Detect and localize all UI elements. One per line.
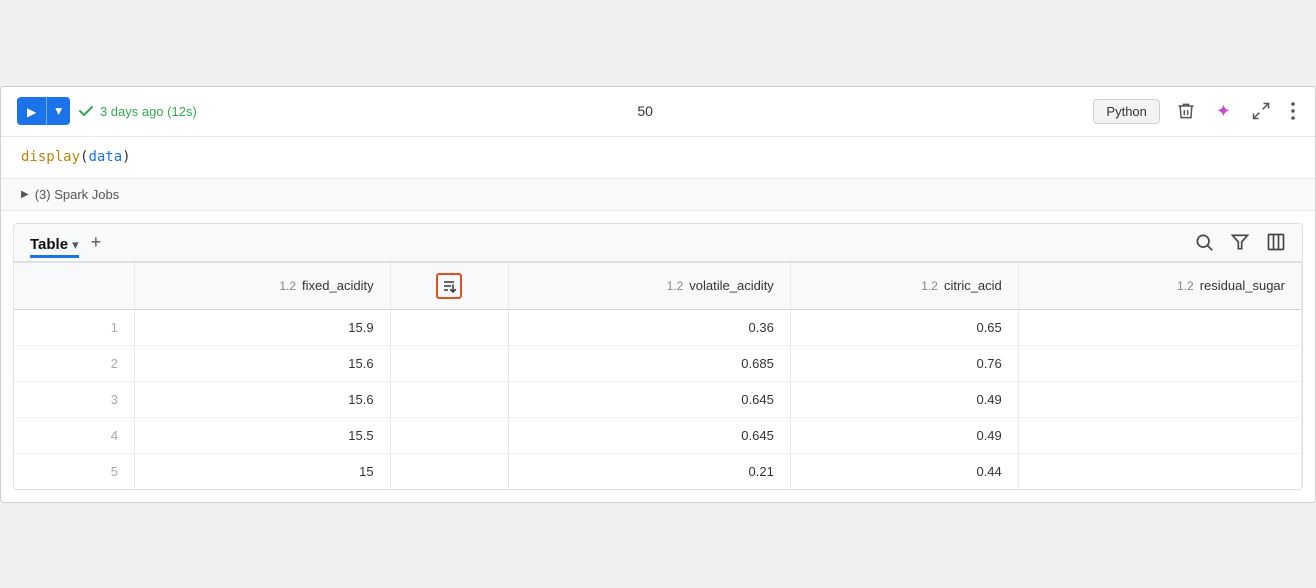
fixed-acidity-cell: 15.5 [135,417,391,453]
volatile-acidity-header[interactable]: 1.2 volatile_acidity [509,263,791,310]
residual-sugar-label: residual_sugar [1200,278,1285,293]
citric-acid-type: 1.2 [921,279,938,293]
table-row: 4 15.5 0.645 0.49 [14,417,1302,453]
expand-icon [1251,101,1271,121]
table-tab-dropdown[interactable] [72,237,79,253]
citric-acid-header[interactable]: 1.2 citric_acid [790,263,1018,310]
sort-cell [390,453,509,489]
row-number-cell: 4 [14,417,135,453]
row-number-header [14,263,135,310]
language-selector[interactable]: Python [1093,99,1159,124]
sort-cell [390,345,509,381]
row-number-cell: 1 [14,309,135,345]
fixed-acidity-type: 1.2 [279,279,296,293]
residual-sugar-type: 1.2 [1177,279,1194,293]
spark-jobs-arrow: ▶ [21,189,29,200]
row-number-cell: 3 [14,381,135,417]
volatile-acidity-cell: 0.685 [509,345,791,381]
run-dropdown-button[interactable] [47,97,70,125]
volatile-acidity-cell: 0.21 [509,453,791,489]
residual-sugar-cell [1018,381,1301,417]
check-icon [78,103,94,119]
tab-chevron-icon [72,237,79,252]
volatile-acidity-label: volatile_acidity [689,278,774,293]
sort-icon[interactable] [436,273,462,299]
filter-icon [1230,232,1250,252]
row-count: 50 [637,103,653,119]
add-tab-button[interactable]: + [87,232,106,253]
code-argument: data [88,149,122,165]
data-table-wrapper: 1.2 fixed_acidity [14,263,1302,489]
table-row: 1 15.9 0.36 0.65 [14,309,1302,345]
table-panel: Table + [13,223,1303,490]
row-number-cell: 2 [14,345,135,381]
delete-button[interactable] [1172,97,1200,125]
residual-sugar-cell [1018,309,1301,345]
table-tab[interactable]: Table [30,236,79,258]
filter-button[interactable] [1230,232,1250,252]
run-status: 3 days ago (12s) [78,103,197,119]
cell-toolbar: 3 days ago (12s) 50 Python ✦ [1,87,1315,137]
table-header-row: 1.2 fixed_acidity [14,263,1302,310]
row-count-display: 50 [205,103,1086,119]
sort-header[interactable] [390,263,509,310]
data-table: 1.2 fixed_acidity [14,263,1302,489]
table-row: 2 15.6 0.685 0.76 [14,345,1302,381]
volatile-acidity-cell: 0.645 [509,417,791,453]
table-toolbar: Table + [14,224,1302,263]
row-number-cell: 5 [14,453,135,489]
fixed-acidity-cell: 15 [135,453,391,489]
citric-acid-cell: 0.49 [790,417,1018,453]
sort-cell [390,309,509,345]
sort-cell [390,381,509,417]
chevron-down-icon [55,103,62,119]
fixed-acidity-cell: 15.6 [135,381,391,417]
spark-jobs-row[interactable]: ▶ (3) Spark Jobs [1,179,1315,211]
residual-sugar-cell [1018,417,1301,453]
columns-icon [1266,232,1286,252]
search-icon [1194,232,1214,252]
residual-sugar-header[interactable]: 1.2 residual_sugar [1018,263,1301,310]
play-icon [27,104,36,119]
fixed-acidity-label: fixed_acidity [302,278,374,293]
status-text: 3 days ago (12s) [100,104,197,119]
run-btn-group[interactable] [17,97,70,125]
fixed-acidity-cell: 15.9 [135,309,391,345]
expand-button[interactable] [1247,97,1275,125]
table-tab-label: Table [30,236,68,253]
fixed-acidity-cell: 15.6 [135,345,391,381]
volatile-acidity-type: 1.2 [667,279,684,293]
sort-asc-icon [441,278,457,294]
run-button[interactable] [17,98,46,125]
more-icon [1291,101,1295,121]
residual-sugar-cell [1018,345,1301,381]
fixed-acidity-header[interactable]: 1.2 fixed_acidity [135,263,391,310]
citric-acid-cell: 0.65 [790,309,1018,345]
spark-jobs-label: (3) Spark Jobs [35,187,120,202]
code-keyword: display [21,149,80,165]
sparkle-icon: ✦ [1216,101,1231,122]
more-options-button[interactable] [1287,97,1299,125]
ai-button[interactable]: ✦ [1212,97,1235,126]
citric-acid-cell: 0.49 [790,381,1018,417]
table-row: 5 15 0.21 0.44 [14,453,1302,489]
citric-acid-cell: 0.44 [790,453,1018,489]
columns-button[interactable] [1266,232,1286,252]
volatile-acidity-cell: 0.36 [509,309,791,345]
volatile-acidity-cell: 0.645 [509,381,791,417]
notebook-cell: 3 days ago (12s) 50 Python ✦ [0,86,1316,503]
code-paren-close: ) [122,149,130,165]
toolbar-right: Python ✦ [1093,97,1299,126]
citric-acid-cell: 0.76 [790,345,1018,381]
table-row: 3 15.6 0.645 0.49 [14,381,1302,417]
sort-cell [390,417,509,453]
trash-icon [1176,101,1196,121]
residual-sugar-cell [1018,453,1301,489]
code-area: display(data) [1,137,1315,179]
search-button[interactable] [1194,232,1214,252]
citric-acid-label: citric_acid [944,278,1002,293]
table-toolbar-right [1194,232,1286,252]
